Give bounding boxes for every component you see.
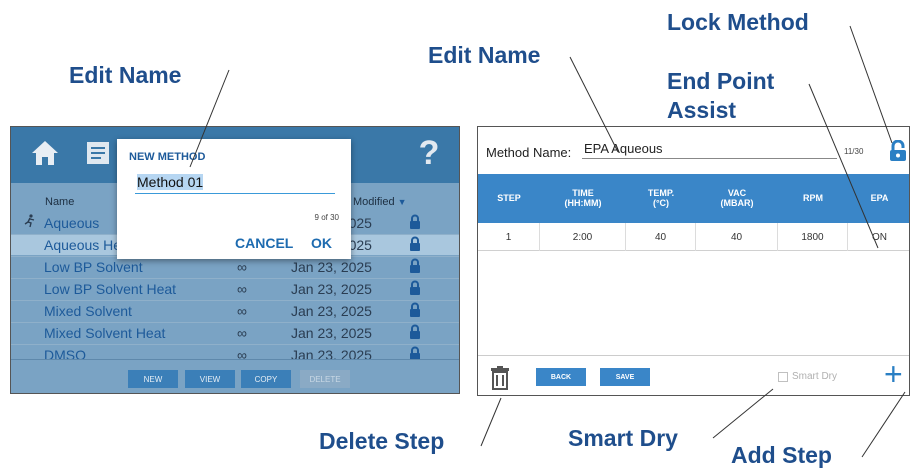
- column-modified[interactable]: Modified ▼: [353, 196, 407, 208]
- method-name: Low BP Solvent: [44, 259, 143, 275]
- help-icon[interactable]: ?: [409, 133, 449, 173]
- callout-add-step: Add Step: [731, 442, 832, 468]
- lock-icon[interactable]: [409, 324, 421, 343]
- callout-delete-step: Delete Step: [319, 428, 445, 454]
- modified-date: Jan 23, 2025: [291, 259, 372, 275]
- cell-epa[interactable]: ON: [848, 223, 909, 251]
- lock-icon[interactable]: [409, 236, 421, 255]
- list-button-bar: NEW VIEW COPY DELETE: [11, 359, 459, 393]
- lock-icon[interactable]: [409, 214, 421, 233]
- checkbox-icon: [778, 371, 788, 382]
- method-name-value: Method 01: [137, 174, 204, 190]
- method-name: Low BP Solvent Heat: [44, 281, 177, 297]
- cell-temp[interactable]: 40: [626, 223, 696, 251]
- callout-end-point-line1: End Point: [667, 68, 775, 94]
- lock-icon[interactable]: [889, 139, 907, 167]
- header-vac: VAC (MBAR): [720, 187, 754, 208]
- smart-dry-label: Smart Dry: [792, 371, 837, 382]
- method-name: Mixed Solvent Heat: [44, 325, 166, 341]
- header-temp: TEMP. (°C): [647, 187, 675, 208]
- list-item[interactable]: Low BP Solvent ∞ Jan 23, 2025: [11, 257, 459, 277]
- cell-step: 1: [478, 223, 540, 251]
- cell-vac[interactable]: 40: [696, 223, 778, 251]
- header-time: TIME (HH:MM): [564, 187, 602, 208]
- duration: ∞: [237, 325, 247, 341]
- method-name: Mixed Solvent: [44, 303, 132, 319]
- method-list-icon[interactable]: [79, 133, 119, 173]
- new-button[interactable]: NEW: [128, 370, 178, 388]
- method-editor-screen: Method Name: EPA Aqueous 11/30 STEP TIME…: [477, 126, 910, 396]
- editor-button-bar: BACK SAVE Smart Dry +: [478, 355, 909, 395]
- home-icon[interactable]: [25, 133, 65, 173]
- header-epa: EPA: [870, 192, 889, 203]
- ok-button[interactable]: OK: [311, 235, 332, 251]
- dialog-title: NEW METHOD: [129, 151, 206, 163]
- name-char-count: 11/30: [844, 147, 864, 156]
- view-button[interactable]: VIEW: [185, 370, 235, 388]
- column-name[interactable]: Name: [45, 196, 74, 208]
- leader-delete-step: [480, 397, 502, 447]
- method-name: Aqueous: [44, 215, 100, 231]
- callout-edit-name-left: Edit Name: [69, 62, 182, 88]
- callout-lock-method: Lock Method: [667, 9, 809, 35]
- modified-date: Jan 23, 2025: [291, 325, 372, 341]
- new-method-dialog: NEW METHOD Method 01 9 of 30 CANCEL OK: [117, 139, 351, 259]
- back-button[interactable]: BACK: [536, 368, 586, 386]
- list-item[interactable]: Mixed Solvent ∞ Jan 23, 2025: [11, 301, 459, 321]
- sort-down-icon: ▼: [397, 197, 407, 207]
- lock-icon[interactable]: [409, 258, 421, 277]
- delete-button[interactable]: DELETE: [300, 370, 350, 388]
- header-rpm: RPM: [803, 192, 823, 203]
- save-button[interactable]: SAVE: [600, 368, 650, 386]
- callout-end-point-line2: Assist: [667, 97, 737, 123]
- duration: ∞: [237, 259, 247, 275]
- cell-rpm[interactable]: 1800: [778, 223, 848, 251]
- lock-icon[interactable]: [409, 280, 421, 299]
- header-step: STEP: [497, 192, 521, 203]
- trash-icon[interactable]: [490, 366, 510, 395]
- duration: ∞: [237, 281, 247, 297]
- modified-date: Jan 23, 2025: [291, 281, 372, 297]
- column-modified-label: Modified: [353, 196, 395, 208]
- cell-time[interactable]: 2:00: [540, 223, 626, 251]
- running-icon: [23, 214, 37, 231]
- copy-button[interactable]: COPY: [241, 370, 291, 388]
- lock-icon[interactable]: [409, 302, 421, 321]
- leader-add-step: [861, 391, 906, 458]
- leader-smart-dry: [712, 388, 774, 439]
- method-name-label: Method Name:: [486, 145, 572, 160]
- list-item[interactable]: Low BP Solvent Heat ∞ Jan 23, 2025: [11, 279, 459, 299]
- list-item[interactable]: Mixed Solvent Heat ∞ Jan 23, 2025: [11, 323, 459, 343]
- step-table-header: STEP TIME (HH:MM) TEMP. (°C) VAC (MBAR) …: [478, 174, 909, 223]
- help-glyph: ?: [418, 133, 440, 172]
- char-count: 9 of 30: [314, 213, 339, 222]
- modified-date: Jan 23, 2025: [291, 303, 372, 319]
- add-step-button[interactable]: +: [884, 358, 903, 390]
- table-row[interactable]: 1 2:00 40 40 1800 ON: [478, 223, 909, 251]
- duration: ∞: [237, 303, 247, 319]
- cancel-button[interactable]: CANCEL: [235, 235, 293, 251]
- smart-dry-toggle[interactable]: Smart Dry: [778, 371, 837, 382]
- method-name-field[interactable]: EPA Aqueous: [582, 141, 837, 159]
- callout-smart-dry: Smart Dry: [568, 425, 678, 451]
- method-name-input[interactable]: Method 01: [135, 172, 335, 194]
- callout-edit-name-right: Edit Name: [428, 42, 541, 68]
